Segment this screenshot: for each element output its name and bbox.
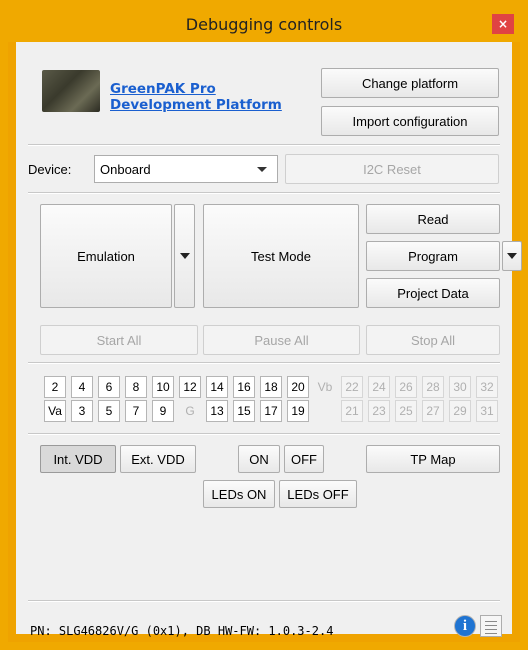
- pin-button[interactable]: 3: [71, 400, 93, 422]
- chevron-down-icon: [257, 167, 267, 172]
- tp-map-button[interactable]: TP Map: [366, 445, 500, 473]
- log-icon[interactable]: [480, 615, 502, 637]
- separator: [28, 600, 500, 602]
- pin-button[interactable]: 15: [233, 400, 255, 422]
- pin-button[interactable]: 16: [233, 376, 255, 398]
- leds-off-button[interactable]: LEDs OFF: [279, 480, 357, 508]
- separator: [28, 362, 500, 364]
- dialog-body: GreenPAK Pro Development Platform Change…: [16, 42, 522, 638]
- pin-button: 31: [476, 400, 498, 422]
- info-icon[interactable]: i: [454, 615, 476, 637]
- emulation-dropdown-button[interactable]: [174, 204, 195, 308]
- read-button[interactable]: Read: [366, 204, 500, 234]
- change-platform-button[interactable]: Change platform: [321, 68, 499, 98]
- pin-button: [314, 400, 336, 422]
- start-all-button[interactable]: Start All: [40, 325, 198, 355]
- pin-button[interactable]: 19: [287, 400, 309, 422]
- pin-button[interactable]: 12: [179, 376, 201, 398]
- pin-button: 26: [395, 376, 417, 398]
- pin-button[interactable]: 4: [71, 376, 93, 398]
- pin-button: 23: [368, 400, 390, 422]
- caret-down-icon: [507, 253, 517, 259]
- pin-button[interactable]: 13: [206, 400, 228, 422]
- pin-button: 30: [449, 376, 471, 398]
- pause-all-button[interactable]: Pause All: [203, 325, 360, 355]
- pin-button[interactable]: 17: [260, 400, 282, 422]
- program-dropdown-button[interactable]: [502, 241, 522, 271]
- pin-button[interactable]: 18: [260, 376, 282, 398]
- pin-button: 28: [422, 376, 444, 398]
- int-vdd-button[interactable]: Int. VDD: [40, 445, 116, 473]
- caret-down-icon: [179, 253, 190, 259]
- program-button[interactable]: Program: [366, 241, 500, 271]
- pin-button: 22: [341, 376, 363, 398]
- device-label: Device:: [28, 162, 72, 177]
- pin-button[interactable]: 2: [44, 376, 66, 398]
- pin-button: Vb: [317, 380, 333, 394]
- close-button[interactable]: ×: [492, 14, 514, 34]
- pin-button: 27: [422, 400, 444, 422]
- test-mode-button[interactable]: Test Mode: [203, 204, 359, 308]
- pin-button[interactable]: 7: [125, 400, 147, 422]
- pin-button[interactable]: Va: [44, 400, 66, 422]
- device-select[interactable]: Onboard: [94, 155, 278, 183]
- status-text: PN: SLG46826V/G (0x1), DB HW-FW: 1.0.3-2…: [30, 624, 334, 638]
- separator: [28, 144, 500, 146]
- device-select-value: Onboard: [100, 161, 151, 177]
- stop-all-button[interactable]: Stop All: [366, 325, 500, 355]
- separator: [28, 192, 500, 194]
- platform-name-link[interactable]: GreenPAK Pro Development Platform: [110, 81, 282, 113]
- pin-button: 21: [341, 400, 363, 422]
- emulation-button[interactable]: Emulation: [40, 204, 172, 308]
- close-icon: ×: [497, 17, 509, 31]
- window-title: Debugging controls: [185, 15, 343, 34]
- platform-name-line2: Development Platform: [110, 97, 282, 113]
- pin-button[interactable]: 9: [152, 400, 174, 422]
- platform-board-image: [42, 70, 100, 112]
- power-on-button[interactable]: ON: [238, 445, 280, 473]
- i2c-reset-button[interactable]: I2C Reset: [285, 154, 499, 184]
- pin-button: 24: [368, 376, 390, 398]
- pin-button: G: [185, 404, 195, 418]
- separator: [28, 433, 500, 435]
- project-data-button[interactable]: Project Data: [366, 278, 500, 308]
- leds-on-button[interactable]: LEDs ON: [203, 480, 275, 508]
- pin-button[interactable]: 10: [152, 376, 174, 398]
- debugging-controls-window: Debugging controls × GreenPAK Pro Develo…: [8, 8, 522, 642]
- power-off-button[interactable]: OFF: [284, 445, 324, 473]
- platform-name-line1: GreenPAK Pro: [110, 81, 216, 97]
- ext-vdd-button[interactable]: Ext. VDD: [120, 445, 196, 473]
- pin-button[interactable]: 5: [98, 400, 120, 422]
- pin-button: 29: [449, 400, 471, 422]
- pin-button[interactable]: 8: [125, 376, 147, 398]
- import-configuration-button[interactable]: Import configuration: [321, 106, 499, 136]
- pin-button[interactable]: 14: [206, 376, 228, 398]
- pin-button: 32: [476, 376, 498, 398]
- pin-button[interactable]: 6: [98, 376, 120, 398]
- pin-button[interactable]: 20: [287, 376, 309, 398]
- pin-button: 25: [395, 400, 417, 422]
- title-bar[interactable]: Debugging controls ×: [8, 8, 520, 42]
